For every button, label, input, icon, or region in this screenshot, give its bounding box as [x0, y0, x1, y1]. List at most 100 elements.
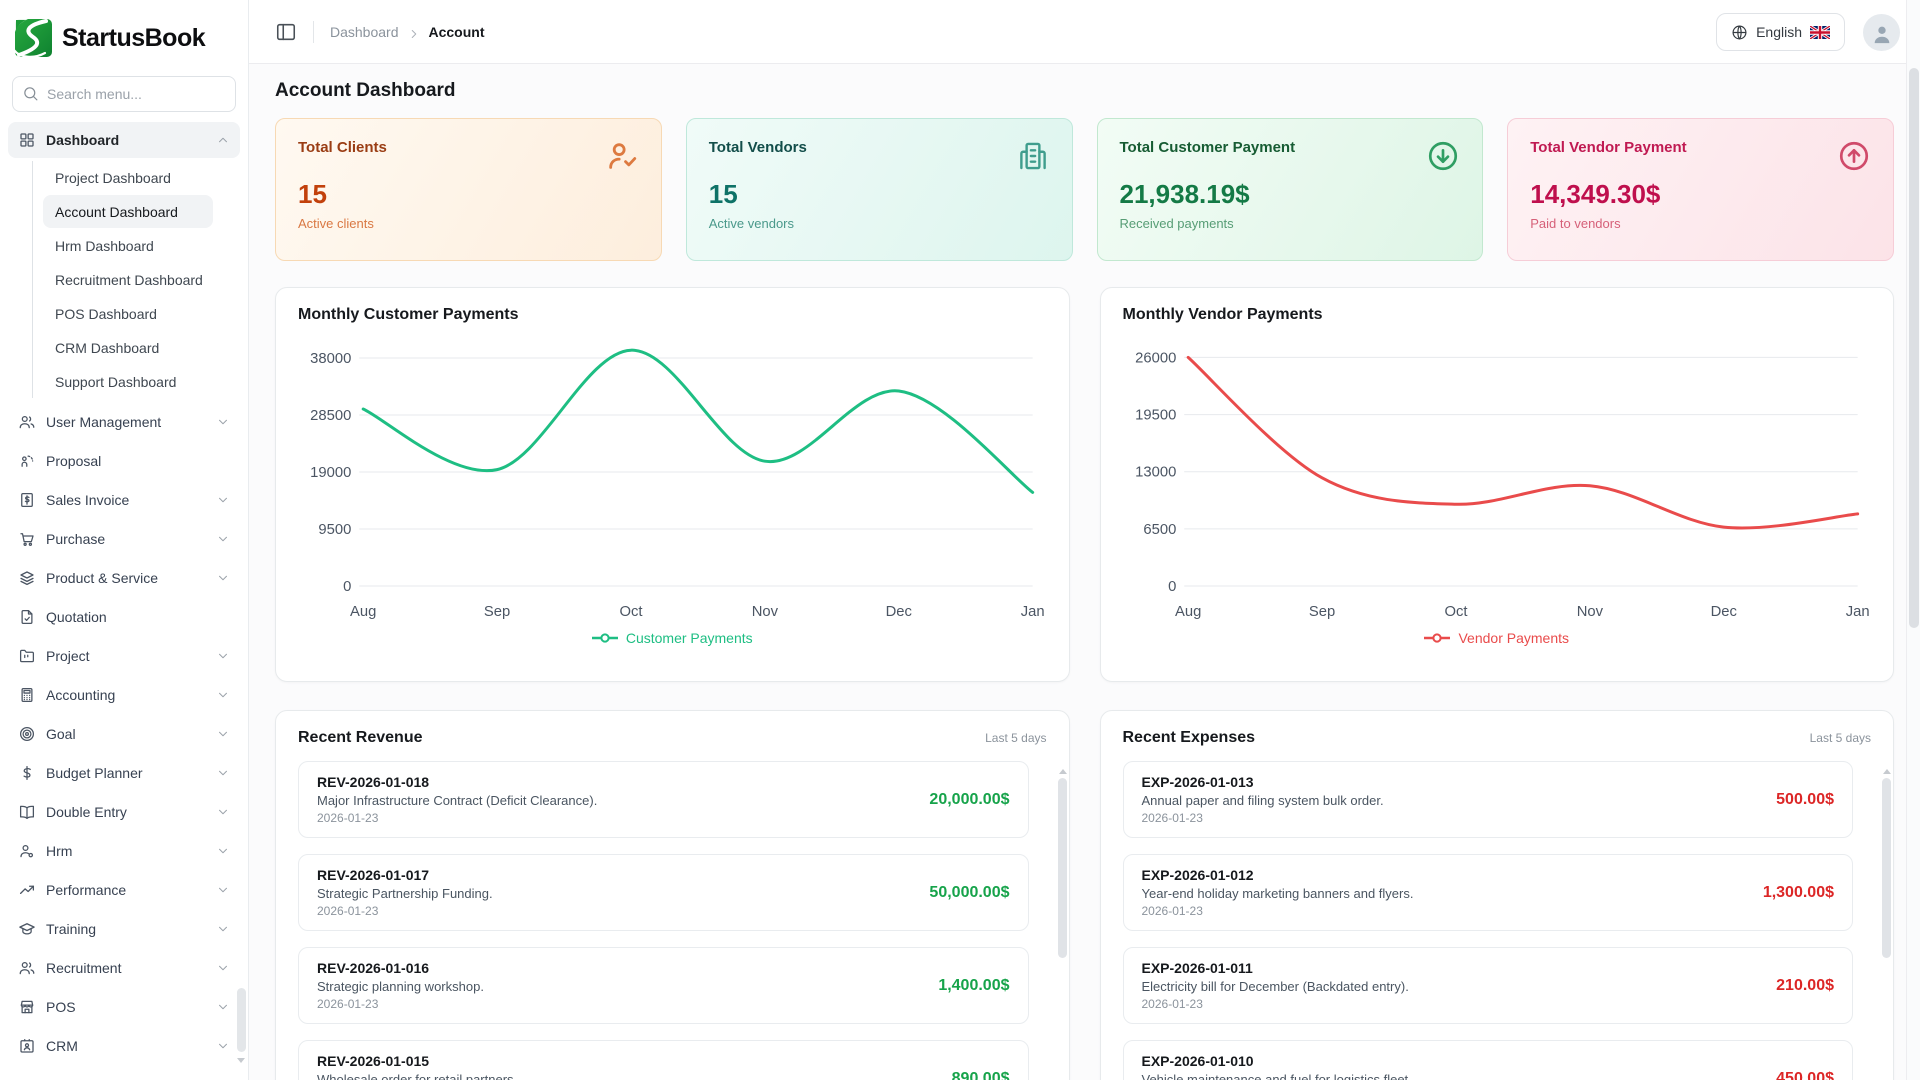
sidebar-subitem-crm-dashboard[interactable]: CRM Dashboard: [43, 331, 213, 364]
sidebar-item-label: Purchase: [46, 531, 206, 547]
sidebar-search-input[interactable]: [12, 76, 236, 112]
building-icon: [1016, 139, 1050, 173]
stat-value: 14,349.30$: [1530, 179, 1871, 210]
sidebar-item-goal[interactable]: Goal: [8, 716, 240, 752]
chevron-down-icon: [216, 649, 230, 663]
layers-icon: [18, 569, 36, 587]
stat-subtitle: Active clients: [298, 216, 639, 231]
page-title: Account Dashboard: [275, 80, 1894, 102]
sidebar-item-dashboard[interactable]: Dashboard: [8, 122, 240, 158]
chevron-down-icon: [216, 961, 230, 975]
transaction-description: Wholesale order for retail partners.: [317, 1072, 938, 1080]
graduation-cap-icon: [18, 920, 36, 938]
chevron-down-icon: [216, 415, 230, 429]
sidebar-item-label: POS: [46, 999, 206, 1015]
sidebar-item-form-builder[interactable]: Form Builder: [8, 1067, 240, 1080]
stat-subtitle: Received payments: [1120, 216, 1461, 231]
sidebar-subitem-account-dashboard[interactable]: Account Dashboard: [43, 195, 213, 228]
sidebar-item-performance[interactable]: Performance: [8, 872, 240, 908]
sidebar-item-recruitment[interactable]: Recruitment: [8, 950, 240, 986]
transaction-description: Strategic Partnership Funding.: [317, 886, 915, 901]
window-scrollbar-thumb[interactable]: [1909, 68, 1919, 628]
scrollbar-thumb[interactable]: [1882, 778, 1891, 958]
sidebar-subitem-pos-dashboard[interactable]: POS Dashboard: [43, 297, 213, 330]
arrow-down-circle-icon: [1426, 139, 1460, 173]
sidebar-subitem-project-dashboard[interactable]: Project Dashboard: [43, 161, 213, 194]
cart-icon: [18, 530, 36, 548]
svg-text:Nov: Nov: [752, 604, 779, 620]
avatar[interactable]: [1863, 14, 1900, 51]
sidebar-item-project[interactable]: Project: [8, 638, 240, 674]
sidebar-item-accounting[interactable]: Accounting: [8, 677, 240, 713]
transaction-item-exp-2026-01-012[interactable]: EXP-2026-01-012Year-end holiday marketin…: [1123, 854, 1854, 931]
sidebar-item-budget-planner[interactable]: Budget Planner: [8, 755, 240, 791]
dollar-icon: [18, 764, 36, 782]
transaction-id: REV-2026-01-017: [317, 867, 915, 883]
vendor-payments-legend[interactable]: Vendor Payments: [1123, 630, 1872, 646]
svg-text:13000: 13000: [1135, 465, 1176, 481]
sidebar-subitem-support-dashboard[interactable]: Support Dashboard: [43, 365, 213, 398]
transaction-description: Annual paper and filing system bulk orde…: [1142, 793, 1763, 808]
transaction-item-rev-2026-01-015[interactable]: REV-2026-01-015Wholesale order for retai…: [298, 1040, 1029, 1080]
scroll-up-icon[interactable]: [1059, 769, 1067, 774]
list-title: Recent Expenses: [1123, 729, 1256, 747]
brand[interactable]: StartusBook: [0, 0, 248, 72]
transaction-item-exp-2026-01-010[interactable]: EXP-2026-01-010Vehicle maintenance and f…: [1123, 1040, 1854, 1080]
svg-text:19000: 19000: [310, 465, 351, 481]
breadcrumb-parent[interactable]: Dashboard: [330, 24, 399, 40]
transaction-amount: 20,000.00$: [929, 791, 1009, 809]
sidebar-item-sales-invoice[interactable]: Sales Invoice: [8, 482, 240, 518]
sidebar-nav: DashboardProject DashboardAccount Dashbo…: [0, 122, 248, 1080]
chevron-down-icon: [216, 805, 230, 819]
transaction-item-rev-2026-01-016[interactable]: REV-2026-01-016Strategic planning worksh…: [298, 947, 1029, 1024]
sidebar-item-double-entry[interactable]: Double Entry: [8, 794, 240, 830]
customer-payments-chart-card: Monthly Customer Payments 09500190002850…: [275, 287, 1070, 682]
vendor-payments-chart-card: Monthly Vendor Payments 0650013000195002…: [1100, 287, 1895, 682]
recent-expenses-card: Recent Expenses Last 5 days EXP-2026-01-…: [1100, 710, 1895, 1080]
sidebar-toggle-icon[interactable]: [275, 21, 297, 43]
window-scrollbar[interactable]: [1906, 0, 1920, 1080]
stat-title: Total Customer Payment: [1120, 139, 1296, 156]
customer-payments-legend[interactable]: Customer Payments: [298, 630, 1047, 646]
sidebar-item-crm[interactable]: CRM: [8, 1028, 240, 1064]
sidebar-item-hrm[interactable]: Hrm: [8, 833, 240, 869]
sidebar-item-label: Product & Service: [46, 570, 206, 586]
folder-icon: [18, 647, 36, 665]
sidebar-item-purchase[interactable]: Purchase: [8, 521, 240, 557]
sidebar-item-label: Hrm: [46, 843, 206, 859]
chevron-down-icon: [216, 493, 230, 507]
sidebar-item-training[interactable]: Training: [8, 911, 240, 947]
topbar: Dashboard Account English: [249, 0, 1920, 64]
svg-text:Oct: Oct: [619, 604, 643, 620]
sidebar-item-product-service[interactable]: Product & Service: [8, 560, 240, 596]
transaction-item-exp-2026-01-011[interactable]: EXP-2026-01-011Electricity bill for Dece…: [1123, 947, 1854, 1024]
sidebar-subitem-recruitment-dashboard[interactable]: Recruitment Dashboard: [43, 263, 213, 296]
id-card-icon: [18, 1037, 36, 1055]
transaction-item-rev-2026-01-017[interactable]: REV-2026-01-017 Strategic Partnership Fun…: [298, 854, 1029, 931]
transaction-item-exp-2026-01-013[interactable]: EXP-2026-01-013 Annual paper and filing s…: [1123, 761, 1854, 838]
transaction-amount: 450.00$: [1776, 1070, 1834, 1080]
sidebar-item-quotation[interactable]: Quotation: [8, 599, 240, 635]
scroll-up-icon[interactable]: [1883, 769, 1891, 774]
language-button[interactable]: English: [1716, 13, 1845, 51]
svg-text:Aug: Aug: [350, 604, 376, 620]
transaction-item-rev-2026-01-018[interactable]: REV-2026-01-018Major Infrastructure Cont…: [298, 761, 1029, 838]
store-icon: [18, 998, 36, 1016]
lists-row: Recent Revenue Last 5 days REV-2026-01-0…: [275, 710, 1894, 1080]
scrollbar-thumb[interactable]: [1058, 778, 1067, 958]
stat-title: Total Clients: [298, 139, 387, 156]
user-round-icon: [18, 842, 36, 860]
uk-flag-icon: [1810, 26, 1830, 39]
sidebar-item-user-management[interactable]: User Management: [8, 404, 240, 440]
sidebar-item-label: Proposal: [46, 453, 230, 469]
sidebar-subitem-hrm-dashboard[interactable]: Hrm Dashboard: [43, 229, 213, 262]
sidebar-item-pos[interactable]: POS: [8, 989, 240, 1025]
transaction-date: 2026-01-23: [317, 811, 915, 825]
transaction-id: EXP-2026-01-013: [1142, 774, 1763, 790]
sidebar-scrollbar-arrow-icon[interactable]: [237, 1058, 245, 1063]
sidebar-scrollbar-thumb[interactable]: [237, 988, 246, 1052]
sidebar-item-proposal[interactable]: Proposal: [8, 443, 240, 479]
chevron-down-icon: [216, 688, 230, 702]
list-scrollbar[interactable]: [1882, 769, 1891, 1080]
list-scrollbar[interactable]: [1058, 769, 1067, 1080]
